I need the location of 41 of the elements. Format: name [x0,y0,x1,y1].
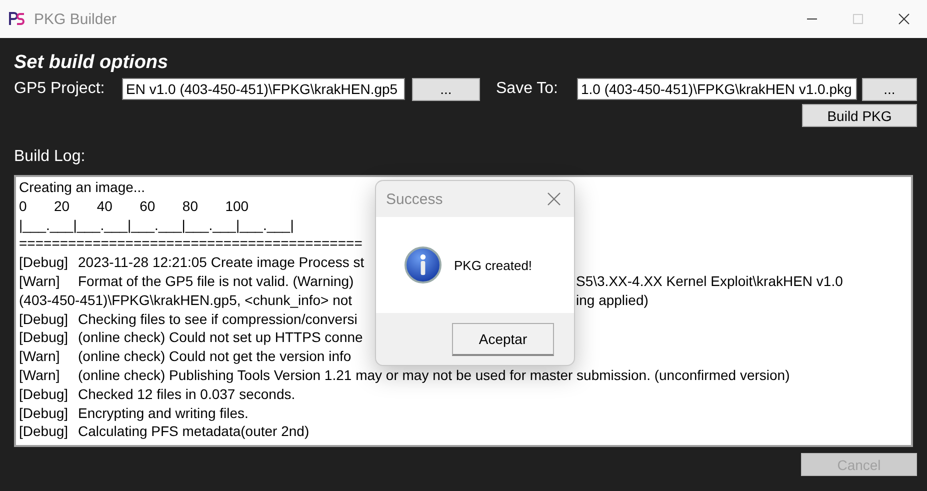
browse-button[interactable]: ... [862,78,917,100]
log-level: [Debug] [19,253,70,272]
log-label: Build Log: [14,148,86,167]
log-text: Checking files to see if compression/conversi [78,310,358,328]
log-text: (online check) Could not get the version info [78,347,352,366]
log-text: S5\3.XX-4.XX Kernel Exploit\krakHEN v1.0 [576,272,844,291]
log-text: 2023-11-28 12:21:05 Create image Process st [78,253,364,272]
log-text: 0 20 40 60 80 100 [19,196,249,216]
app-logo-icon [8,11,26,27]
info-icon [404,246,442,284]
close-icon[interactable] [547,192,561,206]
build-button[interactable]: Build PKG [802,104,917,127]
log-text: |___.___|___.___|___.___|___.___|___.___| [19,216,294,234]
log-level: [Debug] [19,422,70,442]
log-level: [Debug] [19,404,70,422]
field-label: GP5 Project: [14,80,106,98]
dialog-message: PKG created! [454,258,532,272]
browse-button[interactable]: ... [412,78,480,100]
log-text: (online check) Could not set up HTTPS conne [78,328,363,348]
log-text: (403-450-451)\FPKG\krakHEN.gp5, <chunk_info> not [19,290,352,310]
log-level: [Debug] [19,328,70,348]
log-text: Calculating PFS metadata(outer 2nd) [78,422,310,442]
log-text: Checked 12 files in 0.037 seconds. [78,384,296,404]
ok-button[interactable]: Aceptar [452,322,554,356]
log-text: Encrypting and writing files. [78,404,248,422]
save-path-field[interactable]: 1.0 (403-450-451)\FPKG\krakHEN v1.0.pkg [577,78,857,100]
log-level: [Warn] [19,272,61,291]
log-level: [Warn] [19,366,61,385]
log-text: Format of the GP5 file is not valid. (Warning) [78,272,354,291]
field-label: Save To: [496,80,559,98]
log-text: (online check) Publishing Tools Version 1.21 may or may not be used for master submission. (unconfirmed version) [78,366,790,385]
dialog-title: Success [386,190,443,208]
log-text: ========================================== [19,234,362,254]
log-text: Creating an image... [19,178,146,197]
section-heading: Set build options [14,52,170,74]
log-level: [Debug] [19,310,70,328]
log-level: [Warn] [19,347,61,366]
log-level: [Debug] [19,384,70,404]
project-path-field[interactable]: EN v1.0 (403-450-451)\FPKG\krakHEN.gp5 [122,78,405,100]
log-text: ing applied) [576,290,650,310]
window-title: PKG Builder [34,10,118,28]
